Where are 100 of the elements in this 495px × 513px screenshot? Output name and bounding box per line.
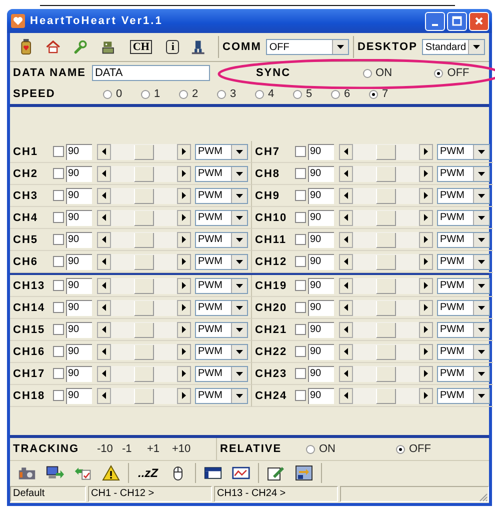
value-field[interactable]: 90 [308,278,334,294]
radio-button[interactable] [293,90,302,98]
checkbox[interactable] [53,390,64,401]
scroll-thumb[interactable] [134,144,154,160]
scrollbar[interactable] [339,254,433,270]
scroll-thumb[interactable] [376,278,396,294]
scroll-thumb[interactable] [376,210,396,226]
wrench-icon[interactable] [73,39,88,55]
scrollbar[interactable] [97,300,191,316]
value-field[interactable]: 90 [308,210,334,226]
scrollbar[interactable] [339,166,433,182]
mode-dropdown[interactable]: PWM [437,210,490,226]
graph-icon[interactable] [232,465,250,481]
mode-dropdown[interactable]: PWM [195,300,248,316]
value-field[interactable]: 90 [66,166,92,182]
scroll-thumb[interactable] [134,366,154,382]
checkbox[interactable] [295,256,306,267]
jar-icon[interactable] [19,39,34,55]
mode-dropdown[interactable]: PWM [437,144,490,160]
radio-button[interactable] [103,90,112,98]
scroll-thumb[interactable] [134,166,154,182]
info-button[interactable]: i [166,40,180,54]
mode-dropdown[interactable]: PWM [437,166,490,182]
value-field[interactable]: 90 [308,254,334,270]
scrollbar[interactable] [97,166,191,182]
value-field[interactable]: 90 [66,144,92,160]
scrollbar[interactable] [97,144,191,160]
value-field[interactable]: 90 [66,300,92,316]
scrollbar[interactable] [339,144,433,160]
window-icon[interactable] [204,465,222,481]
value-field[interactable]: 90 [66,254,92,270]
value-field[interactable]: 90 [308,144,334,160]
checkbox[interactable] [295,346,306,357]
mode-dropdown[interactable]: PWM [437,232,490,248]
checkbox[interactable] [295,390,306,401]
figure-icon[interactable] [191,39,206,55]
computer-arrow-icon[interactable] [46,465,64,481]
scrollbar[interactable] [97,188,191,204]
checkbox[interactable] [53,368,64,379]
mode-dropdown[interactable]: PWM [195,166,248,182]
scroll-thumb[interactable] [376,166,396,182]
robot-icon[interactable] [100,39,115,55]
radio-button[interactable] [255,90,264,98]
close-button[interactable] [469,12,489,30]
scrollbar[interactable] [97,322,191,338]
checkbox[interactable] [53,190,64,201]
value-field[interactable]: 90 [308,166,334,182]
mode-dropdown[interactable]: PWM [437,344,490,360]
radio-button[interactable] [179,90,188,98]
scroll-thumb[interactable] [376,322,396,338]
minimize-button[interactable] [425,12,445,30]
checkbox[interactable] [295,302,306,313]
checkbox[interactable] [53,256,64,267]
mode-dropdown[interactable]: PWM [195,278,248,294]
scrollbar[interactable] [97,344,191,360]
data-name-field[interactable]: DATA [92,65,210,81]
camera-icon[interactable] [18,465,36,481]
desktop-dropdown[interactable]: Standard [422,39,486,55]
radio-button[interactable] [369,90,378,98]
scroll-thumb[interactable] [134,322,154,338]
mode-dropdown[interactable]: PWM [195,232,248,248]
scroll-thumb[interactable] [376,344,396,360]
channel-button[interactable]: CH [130,40,152,54]
scrollbar[interactable] [97,366,191,382]
value-field[interactable]: 90 [308,300,334,316]
value-field[interactable]: 90 [308,388,334,404]
maximize-button[interactable] [447,12,467,30]
edit-icon[interactable] [267,465,285,481]
checkbox[interactable] [53,146,64,157]
scrollbar[interactable] [97,388,191,404]
radio-button[interactable] [141,90,150,98]
value-field[interactable]: 90 [66,322,92,338]
checkbox[interactable] [295,212,306,223]
comm-dropdown[interactable]: OFF [266,39,349,55]
checkbox[interactable] [53,324,64,335]
value-field[interactable]: 90 [66,232,92,248]
value-field[interactable]: 90 [308,232,334,248]
mode-dropdown[interactable]: PWM [195,366,248,382]
home-icon[interactable] [46,39,60,55]
scrollbar[interactable] [339,232,433,248]
checkbox[interactable] [295,190,306,201]
checkbox[interactable] [53,302,64,313]
value-field[interactable]: 90 [66,278,92,294]
swap-icon[interactable] [295,465,313,481]
mode-dropdown[interactable]: PWM [437,322,490,338]
tracking-button[interactable]: -1 [122,443,147,455]
value-field[interactable]: 90 [308,344,334,360]
mode-dropdown[interactable]: PWM [195,388,248,404]
mode-dropdown[interactable]: PWM [195,188,248,204]
scroll-thumb[interactable] [134,300,154,316]
scrollbar[interactable] [97,232,191,248]
tracking-button[interactable]: +1 [147,443,172,455]
checkbox[interactable] [53,280,64,291]
radio-button[interactable] [331,90,340,98]
checkbox[interactable] [295,368,306,379]
mode-dropdown[interactable]: PWM [437,278,490,294]
checkbox[interactable] [53,212,64,223]
scrollbar[interactable] [339,388,433,404]
checkbox[interactable] [295,234,306,245]
value-field[interactable]: 90 [66,388,92,404]
